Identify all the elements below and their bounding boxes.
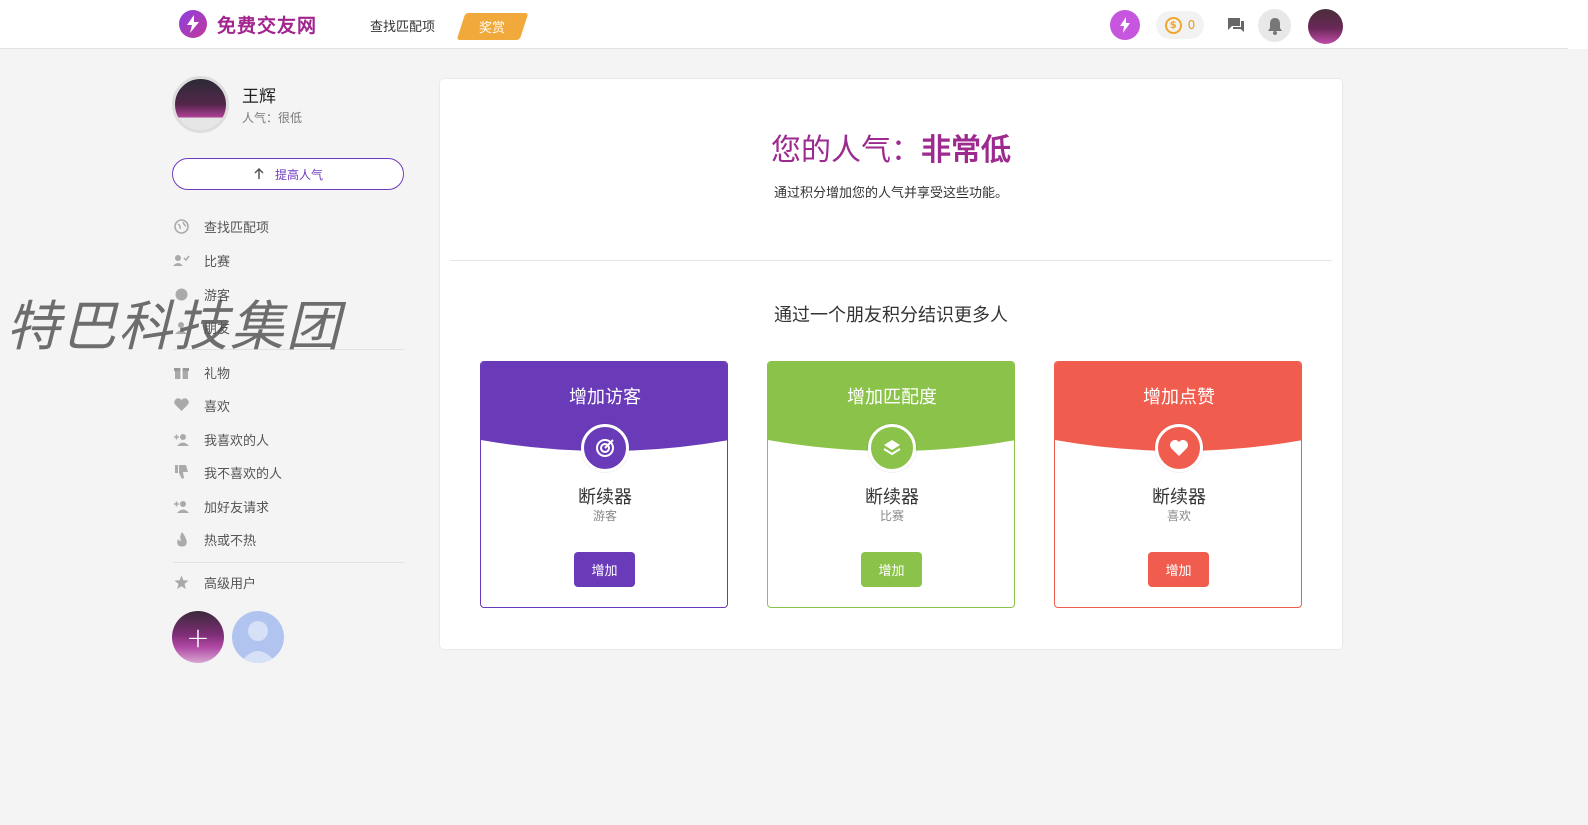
nav-find-matches[interactable]: 查找匹配项 (370, 16, 435, 35)
sidebar-item-find-matches[interactable]: 查找匹配项 (173, 216, 269, 236)
popularity-level: 非常低 (921, 133, 1011, 168)
sidebar-item-label: 喜欢 (204, 399, 231, 415)
credits-count: 0 (1187, 18, 1196, 32)
popularity-title: 您的人气：非常低 (440, 125, 1342, 169)
lightning-logo-icon (179, 10, 207, 38)
sidebar-item-likes[interactable]: 喜欢 (173, 395, 230, 415)
fire-icon (173, 531, 190, 548)
add-photo-avatar[interactable]: + (172, 611, 224, 663)
placeholder-avatar[interactable] (232, 611, 284, 663)
top-bar: 免费交友网 查找匹配项 奖赏 $ 0 (0, 0, 1588, 49)
notifications-button[interactable] (1258, 9, 1291, 42)
sidebar-item-people-i-like[interactable]: 我喜欢的人 (173, 429, 269, 449)
nav-rewards-label: 奖赏 (479, 21, 506, 36)
user-silhouette-icon (240, 621, 276, 663)
sidebar-item-label: 加好友请求 (204, 500, 270, 516)
plus-icon: + (186, 620, 210, 654)
card-boost-likes: 增加点赞 断续器 喜欢 增加 (1054, 361, 1302, 608)
profile-popularity: 人气：很低 (242, 111, 303, 125)
popularity-title-prefix: 您的人气： (771, 133, 921, 168)
lightning-icon (1120, 17, 1130, 33)
user-avatar[interactable] (1308, 9, 1343, 44)
card-title: 增加访客 (569, 387, 641, 408)
card-title: 增加点赞 (1143, 387, 1215, 408)
boost-visitors-button[interactable]: 增加 (574, 552, 635, 587)
popularity-panel: 您的人气：非常低 通过积分增加您的人气并享受这些功能。 通过一个朋友积分结识更多… (440, 79, 1342, 649)
card-boost-visitors: 增加访客 断续器 游客 增加 (480, 361, 728, 608)
sidebar-item-matches[interactable]: 比赛 (173, 250, 230, 270)
sidebar-item-gifts[interactable]: 礼物 (173, 362, 230, 382)
globe-icon (173, 218, 190, 235)
target-icon (581, 424, 629, 472)
sidebar-item-label: 热或不热 (204, 533, 257, 549)
card-name: 断续器 (578, 487, 632, 508)
profile-name[interactable]: 王辉 (242, 82, 276, 107)
boost-popularity-button[interactable]: 提高人气 (172, 158, 404, 190)
card-title: 增加匹配度 (847, 387, 937, 408)
sidebar-item-label: 高级用户 (204, 576, 257, 592)
sidebar-item-label: 我不喜欢的人 (204, 466, 283, 482)
boost-matches-button[interactable]: 增加 (861, 552, 922, 587)
logo[interactable]: 免费交友网 (179, 10, 317, 38)
bell-icon (1267, 17, 1282, 35)
coin-icon: $ (1164, 16, 1182, 34)
layers-icon (868, 424, 916, 472)
card-sub: 喜欢 (1166, 509, 1191, 523)
logo-text: 免费交友网 (217, 14, 318, 37)
gift-icon (173, 364, 190, 381)
sidebar-item-friend-requests[interactable]: 加好友请求 (173, 496, 269, 516)
sidebar-item-people-i-dislike[interactable]: 我不喜欢的人 (173, 462, 282, 482)
scrollbar-stub (1568, 0, 1588, 49)
section-title: 通过一个朋友积分结识更多人 (774, 305, 1008, 326)
sidebar-item-label: 查找匹配项 (204, 220, 270, 236)
credits-pill[interactable]: $ 0 (1156, 11, 1204, 39)
card-boost-matches: 增加匹配度 断续器 比赛 增加 (767, 361, 1015, 608)
sidebar-item-label: 我喜欢的人 (204, 433, 270, 449)
nav-rewards-badge[interactable]: 奖赏 (456, 13, 529, 40)
popularity-subtitle: 通过积分增加您的人气并享受这些功能。 (773, 186, 1008, 201)
sidebar-divider (173, 562, 404, 563)
people-icon (173, 252, 190, 269)
profile-avatar[interactable] (172, 76, 229, 133)
user-plus-icon (173, 431, 190, 448)
user-add-icon (173, 498, 190, 515)
star-icon (173, 574, 190, 591)
sidebar-item-label: 比赛 (204, 254, 231, 270)
card-sub: 比赛 (879, 509, 904, 523)
arrow-up-icon (254, 168, 264, 179)
thumbs-down-icon (173, 464, 190, 481)
sidebar-item-label: 礼物 (204, 366, 231, 382)
card-name: 断续器 (865, 487, 919, 508)
heart-icon (1155, 424, 1203, 472)
chat-icon[interactable] (1225, 14, 1247, 36)
watermark-text: 特巴科技集团 (6, 295, 342, 358)
boost-button[interactable] (1110, 10, 1140, 40)
boost-likes-button[interactable]: 增加 (1148, 552, 1209, 587)
heart-icon (173, 397, 190, 414)
card-sub: 游客 (592, 509, 617, 523)
sidebar-item-premium-users[interactable]: 高级用户 (173, 572, 256, 592)
panel-divider (450, 260, 1332, 261)
sidebar-item-hot-or-not[interactable]: 热或不热 (173, 529, 256, 549)
card-name: 断续器 (1152, 487, 1206, 508)
boost-popularity-label: 提高人气 (274, 167, 323, 182)
